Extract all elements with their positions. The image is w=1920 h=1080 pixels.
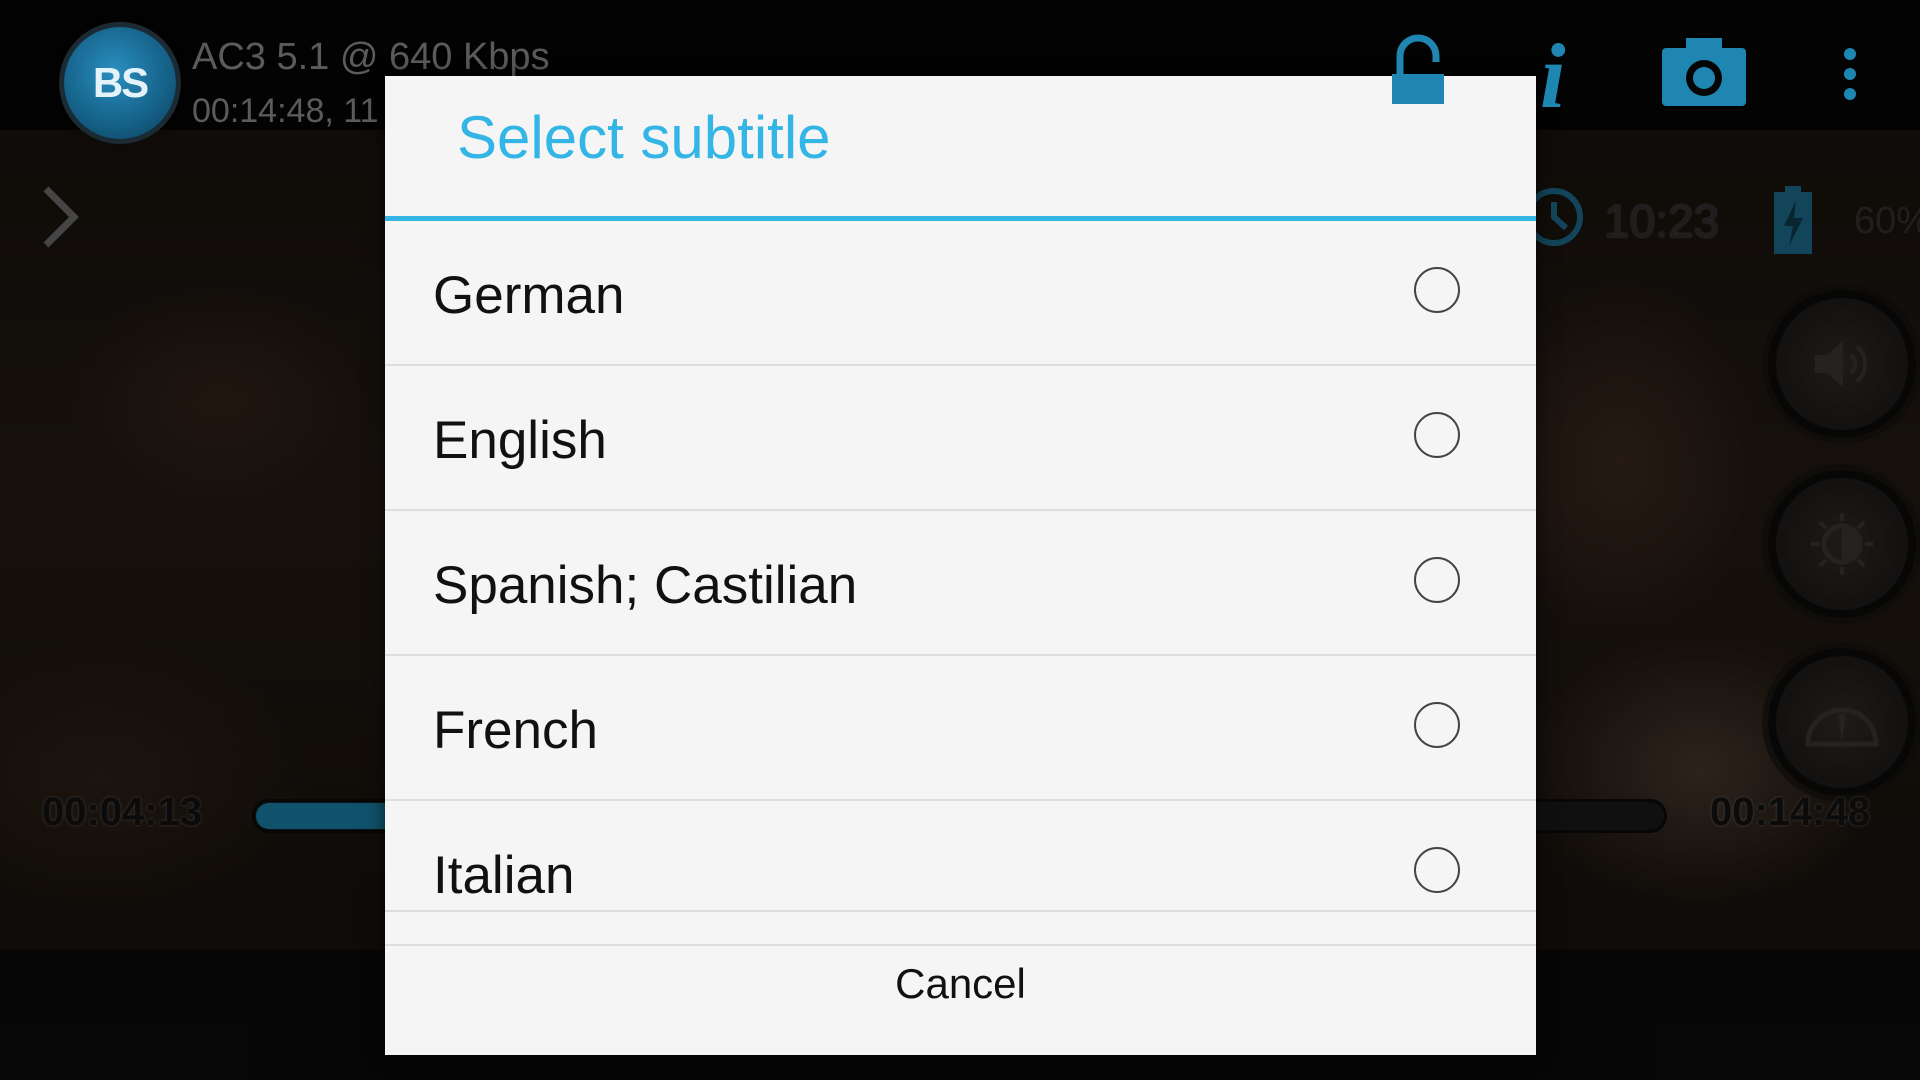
option-label: English bbox=[433, 411, 607, 470]
video-player-screen: BS AC3 5.1 @ 640 Kbps 00:14:48, 11 i 10:… bbox=[0, 0, 1920, 1080]
subtitle-option-list[interactable]: German English Spanish; Castilian French… bbox=[385, 221, 1536, 986]
option-label: German bbox=[433, 266, 625, 325]
radio-button[interactable] bbox=[1414, 702, 1460, 748]
info-icon[interactable]: i bbox=[1540, 30, 1566, 122]
radio-button[interactable] bbox=[1414, 412, 1460, 458]
camera-icon[interactable] bbox=[1660, 36, 1748, 108]
option-label: French bbox=[433, 701, 598, 760]
select-subtitle-dialog: Select subtitle German English Spanish; … bbox=[385, 76, 1536, 1055]
radio-button[interactable] bbox=[1414, 847, 1460, 893]
radio-button[interactable] bbox=[1414, 557, 1460, 603]
subtitle-option-french[interactable]: French bbox=[385, 656, 1536, 801]
app-logo-text: BS bbox=[92, 59, 149, 106]
option-label: Spanish; Castilian bbox=[433, 556, 858, 615]
subtitle-option-english[interactable]: English bbox=[385, 366, 1536, 511]
overflow-menu-icon[interactable] bbox=[1840, 46, 1860, 102]
radio-button[interactable] bbox=[1414, 267, 1460, 313]
option-label: Italian bbox=[433, 846, 575, 905]
lock-icon[interactable] bbox=[1388, 34, 1448, 104]
dialog-title: Select subtitle bbox=[457, 104, 831, 171]
subtitle-option-german[interactable]: German bbox=[385, 221, 1536, 366]
app-logo: BS bbox=[64, 27, 176, 139]
subtitle-option-spanish[interactable]: Spanish; Castilian bbox=[385, 511, 1536, 656]
cancel-button[interactable]: Cancel bbox=[385, 912, 1536, 1055]
